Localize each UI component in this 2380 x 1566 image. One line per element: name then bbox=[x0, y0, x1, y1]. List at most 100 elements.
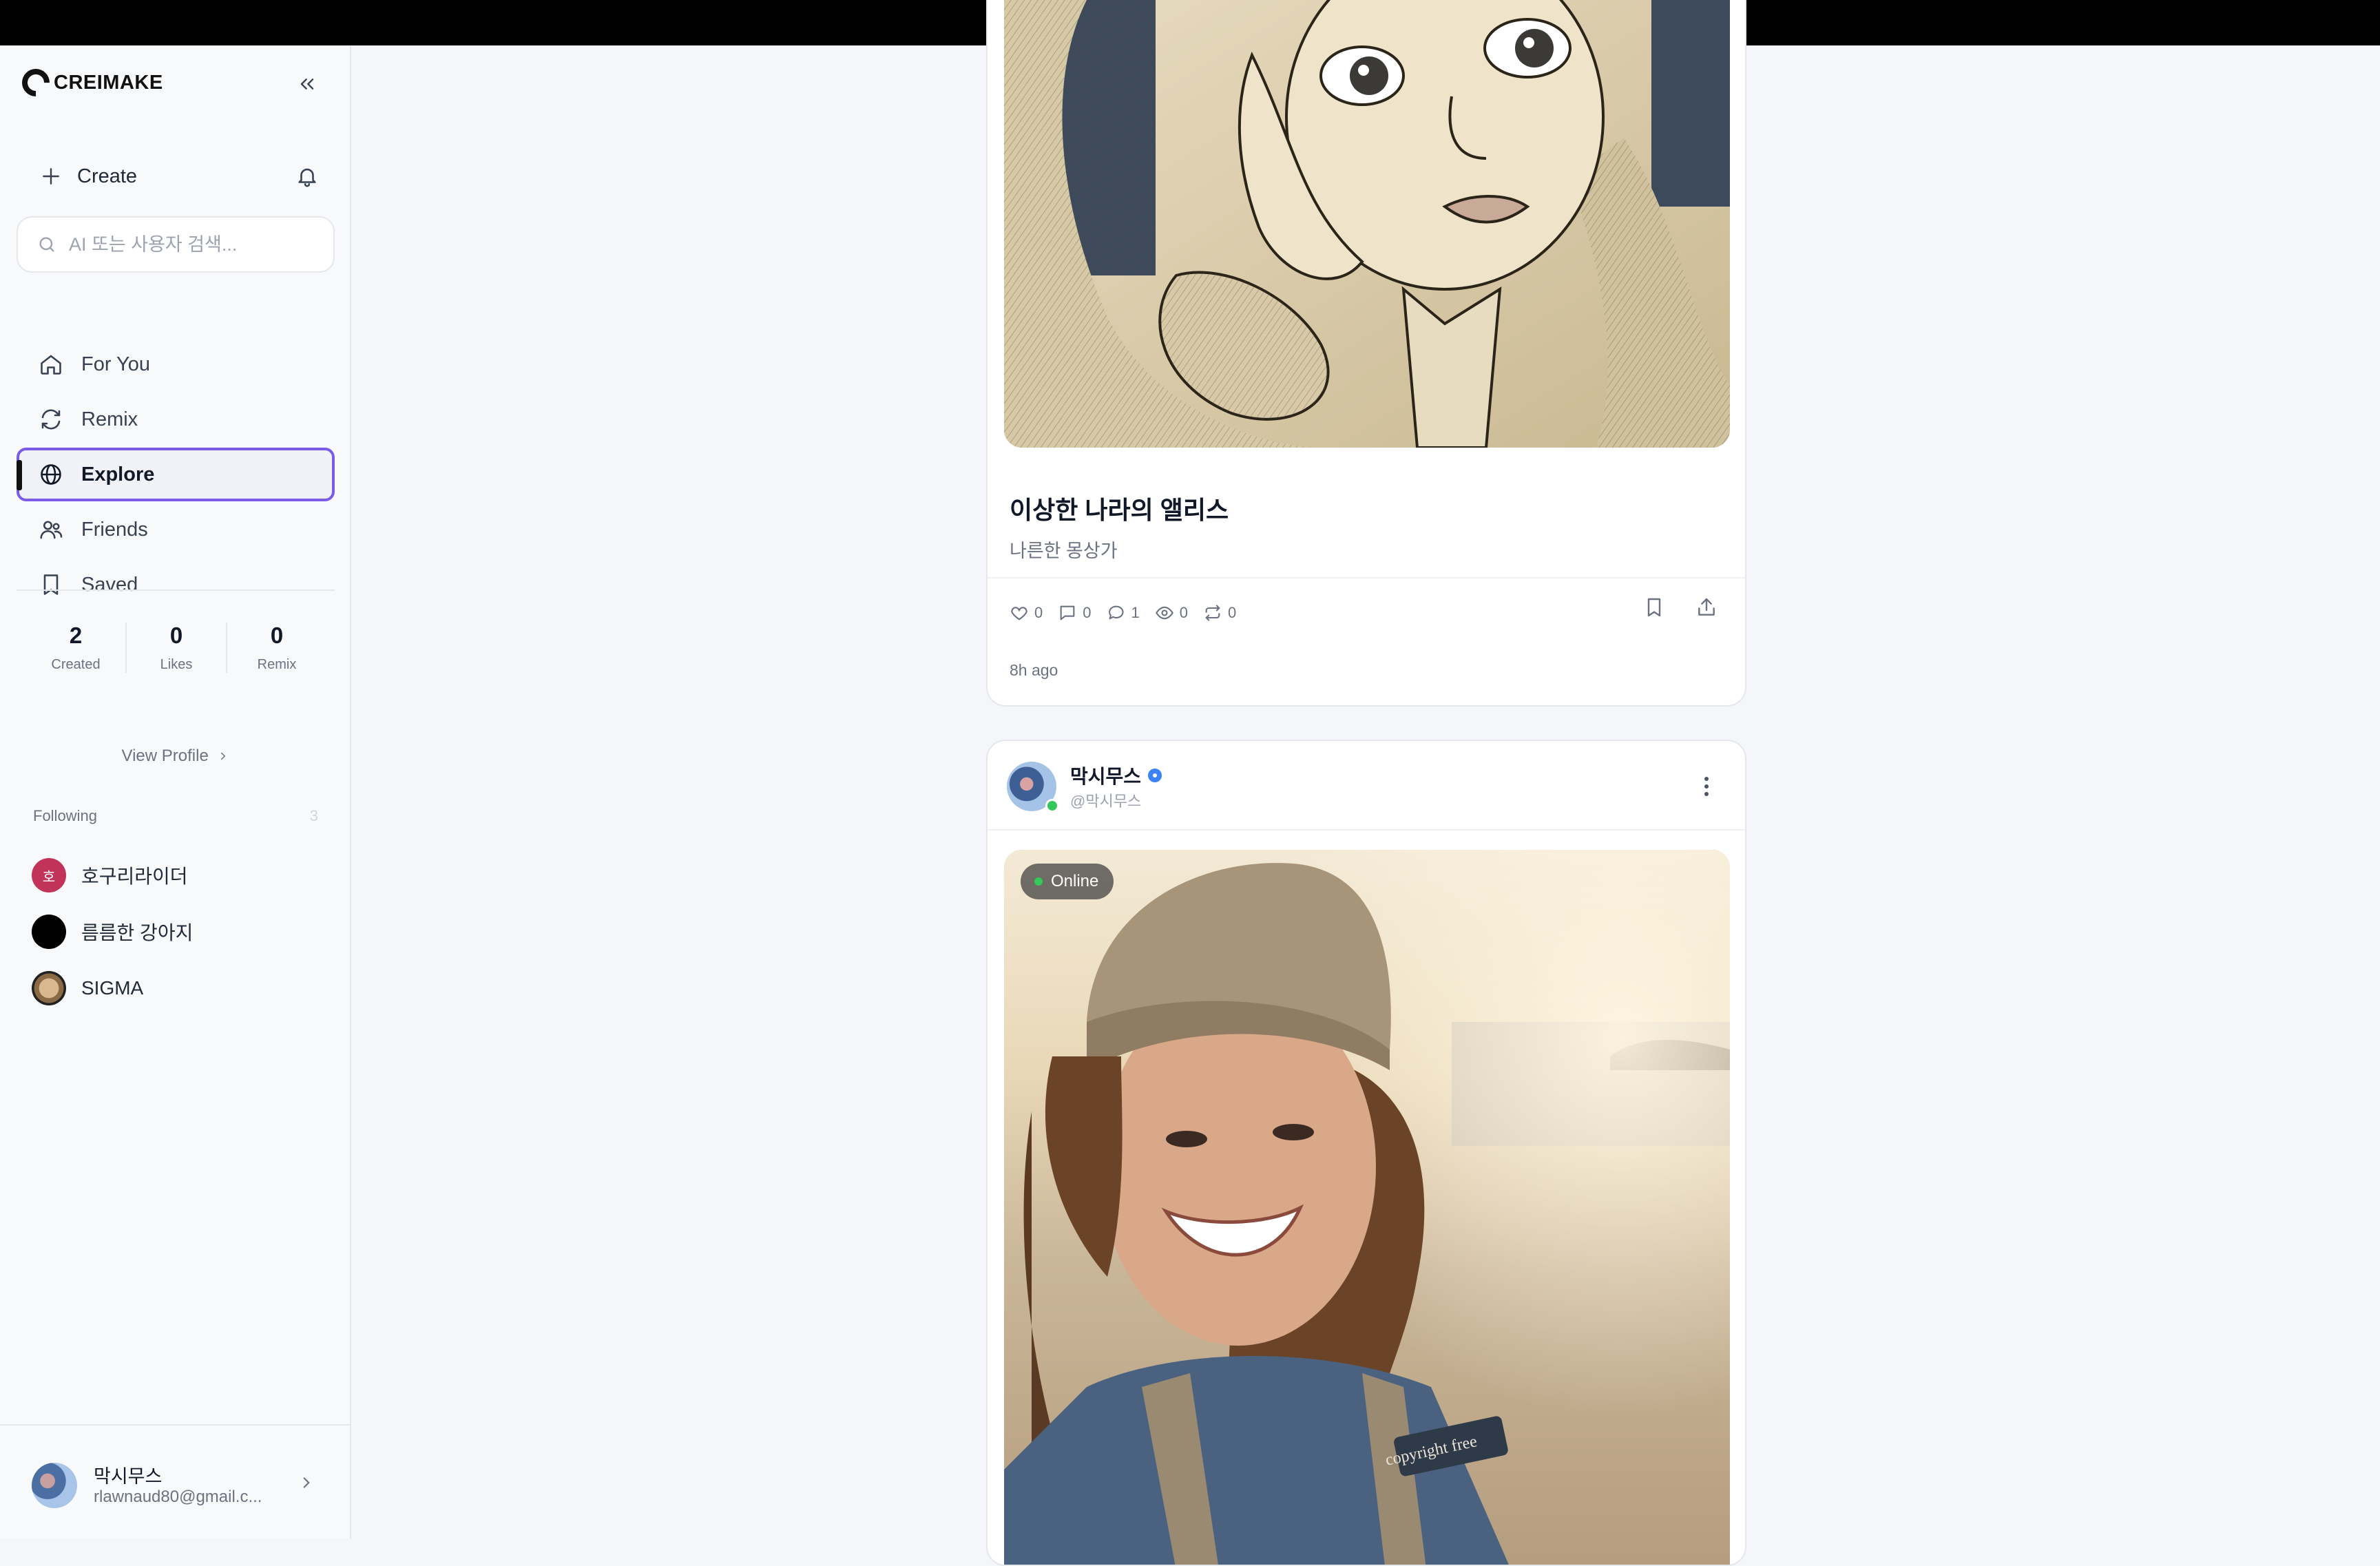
nav-item-label: Friends bbox=[81, 518, 148, 541]
comment-button[interactable]: 0 bbox=[1058, 603, 1092, 623]
following-name: 름름한 강아지 bbox=[81, 922, 194, 943]
bookmark-icon bbox=[43, 574, 59, 595]
heart-icon bbox=[1011, 607, 1027, 620]
bell-icon bbox=[298, 168, 316, 187]
nav-item-label: For You bbox=[81, 353, 150, 375]
author-name-text: 막시무스 bbox=[1070, 766, 1142, 787]
remix-icon bbox=[41, 409, 61, 430]
chat-button[interactable]: 1 bbox=[1107, 603, 1140, 623]
author-handle: @막시무스 bbox=[1070, 793, 1142, 810]
following-item[interactable]: 름름한 강아지 bbox=[32, 904, 193, 960]
photo: copyright free bbox=[1004, 850, 1730, 1565]
online-dot bbox=[1034, 877, 1043, 886]
status-badge: Online bbox=[1021, 864, 1114, 899]
notifications-button[interactable] bbox=[292, 161, 322, 191]
card-divider bbox=[988, 577, 1745, 578]
main-nav: For You Remix Explore Friends Saved bbox=[17, 337, 335, 613]
following-title: Following bbox=[33, 807, 97, 824]
stat-remix: 0 Remix bbox=[226, 623, 326, 673]
post-image[interactable]: copyright free Online bbox=[1004, 850, 1730, 1565]
view-count: 0 bbox=[1179, 604, 1188, 621]
chevron-right-icon bbox=[303, 1477, 310, 1488]
view-profile-label: View Profile bbox=[121, 747, 209, 765]
post-stats: 0 0 1 0 0 bbox=[1010, 603, 1236, 623]
post-title[interactable]: 이상한 나라의 앨리스 bbox=[1010, 490, 1229, 526]
sidebar-divider bbox=[17, 589, 335, 591]
create-label: Create bbox=[77, 165, 138, 187]
nav-item-explore[interactable]: Explore bbox=[17, 448, 335, 501]
nav-item-saved[interactable]: Saved bbox=[17, 558, 335, 612]
following-list: 호 호구리라이더 름름한 강아지 SIGMA bbox=[32, 847, 193, 1016]
following-name: SIGMA bbox=[81, 977, 144, 999]
logo[interactable]: CREIMAKE bbox=[16, 63, 163, 103]
stat-label: Remix bbox=[257, 657, 297, 672]
logo-text: CREIMAKE bbox=[54, 71, 163, 94]
nav-item-label: Saved bbox=[81, 573, 138, 596]
remix-button[interactable]: 0 bbox=[1203, 603, 1236, 623]
create-row: Create bbox=[17, 154, 326, 198]
following-count: 3 bbox=[309, 807, 318, 824]
nav-item-label: Explore bbox=[81, 463, 155, 486]
dot-icon bbox=[1704, 792, 1709, 796]
user-email: rlawnaud80@gmail.c... bbox=[94, 1487, 262, 1506]
profile-stats: 2 Created 0 Likes 0 Remix bbox=[26, 623, 326, 673]
following-name: 호구리라이더 bbox=[81, 866, 188, 887]
stat-label: Likes bbox=[160, 657, 193, 672]
stat-created: 2 Created bbox=[26, 623, 125, 673]
repost-icon bbox=[1205, 605, 1220, 621]
chat-bubble-icon bbox=[1108, 605, 1124, 620]
bookmark-icon[interactable] bbox=[1643, 596, 1665, 618]
illustration bbox=[1004, 0, 1730, 448]
stat-value: 0 bbox=[169, 623, 183, 648]
view-profile-link[interactable]: View Profile bbox=[0, 747, 351, 766]
sidebar: CREIMAKE Create For You Remix Explore bbox=[0, 45, 351, 1538]
home-icon bbox=[41, 355, 61, 375]
avatar bbox=[32, 915, 66, 949]
like-count: 0 bbox=[1034, 604, 1043, 621]
stat-value: 2 bbox=[69, 623, 83, 648]
dot-icon bbox=[1704, 784, 1709, 789]
create-button[interactable]: Create bbox=[17, 154, 137, 198]
avatar bbox=[32, 971, 66, 1005]
logo-icon bbox=[16, 63, 56, 103]
card-divider bbox=[988, 829, 1745, 831]
double-chevron-left-icon bbox=[300, 79, 314, 90]
avatar bbox=[32, 1463, 77, 1508]
eye-icon bbox=[1155, 606, 1173, 620]
nav-item-for-you[interactable]: For You bbox=[17, 337, 335, 391]
user-name: 막시무스 bbox=[94, 1466, 163, 1487]
more-options-button[interactable] bbox=[1700, 773, 1713, 800]
nav-item-label: Remix bbox=[81, 408, 138, 430]
online-indicator bbox=[1045, 799, 1059, 813]
chat-count: 1 bbox=[1131, 604, 1140, 621]
dot-icon bbox=[1704, 777, 1709, 781]
nav-item-remix[interactable]: Remix bbox=[17, 393, 335, 446]
post-image[interactable] bbox=[1004, 0, 1730, 448]
stat-likes: 0 Likes bbox=[125, 623, 226, 673]
following-header: Following 3 bbox=[33, 807, 318, 825]
friends-icon bbox=[40, 521, 63, 539]
plus-icon bbox=[43, 168, 59, 185]
post-actions bbox=[1643, 596, 1718, 618]
comment-icon bbox=[1060, 605, 1075, 620]
like-button[interactable]: 0 bbox=[1010, 603, 1043, 623]
avatar: 호 bbox=[32, 858, 66, 892]
share-icon[interactable] bbox=[1695, 596, 1718, 618]
collapse-sidebar-button[interactable] bbox=[292, 69, 322, 99]
post-card: 막시무스 @막시무스 copyright free Online bbox=[986, 740, 1746, 1566]
search-box[interactable] bbox=[17, 216, 335, 273]
following-item[interactable]: 호 호구리라이더 bbox=[32, 847, 193, 904]
search-input[interactable] bbox=[69, 233, 317, 255]
stat-label: Created bbox=[51, 657, 101, 672]
nav-item-friends[interactable]: Friends bbox=[17, 503, 335, 556]
views-stat: 0 bbox=[1155, 603, 1188, 623]
account-menu[interactable]: 막시무스 rlawnaud80@gmail.c... bbox=[0, 1424, 351, 1538]
post-subtitle: 나른한 몽상가 bbox=[1010, 541, 1118, 561]
post-timestamp: 8h ago bbox=[1010, 661, 1058, 679]
following-item[interactable]: SIGMA bbox=[32, 960, 193, 1016]
search-icon bbox=[39, 237, 54, 252]
verified-icon bbox=[1148, 769, 1162, 782]
stat-value: 0 bbox=[270, 623, 284, 648]
author-name[interactable]: 막시무스 bbox=[1070, 762, 1162, 789]
chevron-right-icon bbox=[221, 752, 226, 760]
